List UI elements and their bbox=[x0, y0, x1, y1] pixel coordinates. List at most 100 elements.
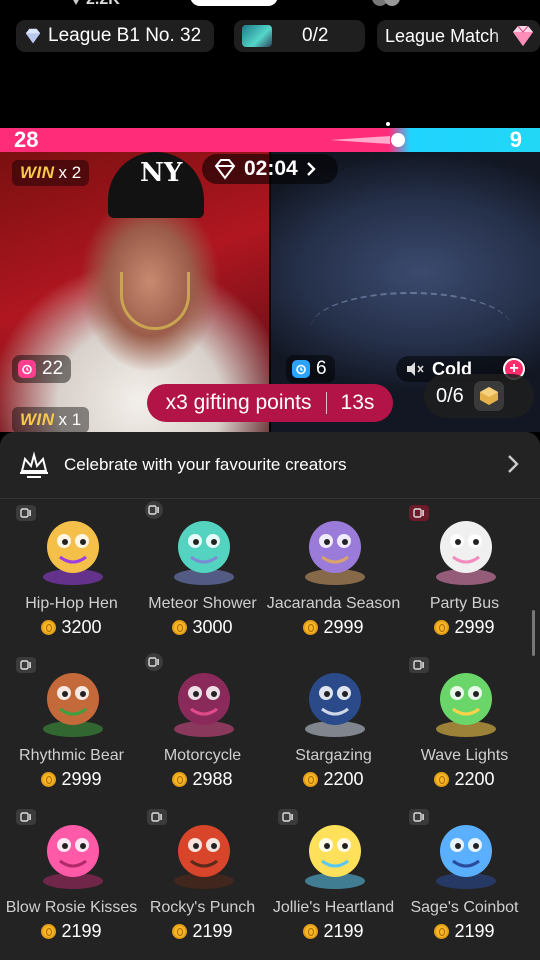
gift-price-value: 2199 bbox=[192, 921, 233, 941]
battle-timer[interactable]: 02:04 bbox=[202, 154, 338, 184]
clock-icon bbox=[409, 505, 429, 521]
coin-icon bbox=[434, 620, 450, 635]
gift-price-value: 2999 bbox=[454, 617, 495, 637]
coin-icon bbox=[172, 924, 188, 939]
gift-item[interactable]: Jollie's Heartland 2199 bbox=[266, 805, 401, 957]
gem-icon bbox=[513, 25, 533, 46]
gift-artwork bbox=[167, 661, 241, 741]
gift-price: 2199 bbox=[4, 921, 139, 942]
coin-icon bbox=[172, 772, 188, 787]
alarm-icon bbox=[292, 360, 310, 378]
gift-price: 3000 bbox=[135, 617, 270, 638]
coin-icon bbox=[41, 924, 57, 939]
gift-item[interactable]: Sage's Coinbot 2199 bbox=[397, 805, 532, 957]
league-chip[interactable]: League B1 No. 32 bbox=[16, 20, 214, 52]
gift-price-value: 2999 bbox=[323, 617, 364, 637]
left-boost-chip[interactable]: 22 bbox=[12, 355, 72, 383]
fabric-seam bbox=[311, 292, 511, 362]
video-icon bbox=[409, 657, 429, 673]
gift-price: 2999 bbox=[266, 617, 401, 638]
palette-icon bbox=[145, 653, 163, 671]
gift-artwork bbox=[36, 509, 110, 589]
chevron-right-icon bbox=[508, 455, 519, 473]
task-thumbnail bbox=[242, 25, 272, 47]
coin-icon bbox=[303, 772, 319, 787]
gift-price-value: 2199 bbox=[61, 921, 102, 941]
gifting-points-timer: 13s bbox=[340, 391, 375, 414]
gift-artwork bbox=[429, 813, 503, 893]
crown-icon bbox=[20, 451, 48, 478]
viewer-count: 2.2K bbox=[70, 0, 120, 8]
cap-logo: NY bbox=[140, 158, 183, 188]
gift-name: Stargazing bbox=[295, 747, 372, 764]
alarm-icon bbox=[18, 360, 36, 378]
gift-name: Jacaranda Season bbox=[266, 595, 401, 612]
chain bbox=[120, 272, 190, 330]
gift-price: 2200 bbox=[266, 769, 401, 790]
win-streak-badge: WIN x 2 bbox=[12, 160, 90, 186]
gift-name: Party Bus bbox=[429, 595, 500, 612]
treasure-box-icon bbox=[473, 381, 504, 411]
gift-artwork bbox=[36, 661, 110, 741]
right-score: 9 bbox=[509, 127, 522, 152]
battle-score-bar: 28 9 bbox=[0, 122, 540, 152]
right-boost-chip[interactable]: 6 bbox=[286, 355, 335, 383]
gift-artwork bbox=[429, 509, 503, 589]
video-icon bbox=[278, 809, 298, 825]
gift-item[interactable]: Motorcycle 2988 bbox=[135, 653, 270, 805]
gift-artwork bbox=[298, 813, 372, 893]
gift-item[interactable]: Stargazing 2200 bbox=[266, 653, 401, 805]
coin-icon bbox=[172, 620, 188, 635]
gift-price: 2199 bbox=[266, 921, 401, 942]
coin-icon bbox=[303, 924, 319, 939]
gift-item[interactable]: Rhythmic Bear 2999 bbox=[4, 653, 139, 805]
chevron-right-icon bbox=[306, 162, 316, 176]
gift-artwork bbox=[298, 661, 372, 741]
panel-header[interactable]: Celebrate with your favourite creators bbox=[0, 432, 540, 498]
gift-item[interactable]: Wave Lights 2200 bbox=[397, 653, 532, 805]
video-icon bbox=[16, 657, 36, 673]
video-icon bbox=[147, 809, 167, 825]
gift-item[interactable]: Rocky's Punch 2199 bbox=[135, 805, 270, 957]
gift-price: 2200 bbox=[397, 769, 532, 790]
gift-item[interactable]: Party Bus 2999 bbox=[397, 501, 532, 653]
gift-item[interactable]: Blow Rosie Kisses 2199 bbox=[4, 805, 139, 957]
coin-icon bbox=[434, 924, 450, 939]
follow-button[interactable] bbox=[190, 0, 278, 6]
gift-grid-scrollbar[interactable] bbox=[532, 610, 535, 656]
league-match-chip[interactable]: League Match bbox=[377, 20, 540, 52]
gifting-points-banner[interactable]: x3 gifting points 13s bbox=[147, 384, 393, 422]
video-icon bbox=[16, 505, 36, 521]
viewer-avatars[interactable] bbox=[372, 0, 432, 6]
gift-name: Sage's Coinbot bbox=[410, 899, 519, 916]
gift-price-value: 3200 bbox=[61, 617, 102, 637]
gift-price-value: 2988 bbox=[192, 769, 233, 789]
diamond-icon bbox=[25, 28, 41, 44]
coin-icon bbox=[303, 620, 319, 635]
coin-icon bbox=[434, 772, 450, 787]
left-score: 28 bbox=[14, 127, 39, 152]
diamond-icon bbox=[73, 0, 79, 5]
gem-icon bbox=[214, 159, 236, 180]
gift-price: 2999 bbox=[4, 769, 139, 790]
gift-item[interactable]: Hip-Hop Hen 3200 bbox=[4, 501, 139, 653]
treasure-box-chip[interactable]: 0/6 bbox=[424, 374, 534, 418]
indicator-dot bbox=[386, 122, 390, 126]
gift-artwork bbox=[167, 509, 241, 589]
league-label: League B1 No. 32 bbox=[48, 25, 202, 46]
video-icon bbox=[409, 809, 429, 825]
task-progress-chip[interactable]: 0/2 bbox=[234, 20, 365, 52]
coin-icon bbox=[41, 620, 57, 635]
gift-price: 2199 bbox=[135, 921, 270, 942]
gift-price-value: 2999 bbox=[61, 769, 102, 789]
treasure-progress: 0/6 bbox=[436, 384, 464, 407]
gift-item[interactable]: Jacaranda Season 2999 bbox=[266, 501, 401, 653]
league-chip-row: League B1 No. 32 0/2 League Match bbox=[16, 20, 540, 52]
gift-price-value: 2200 bbox=[323, 769, 364, 789]
task-progress-label: 0/2 bbox=[302, 25, 329, 46]
gift-name: Blow Rosie Kisses bbox=[5, 899, 138, 916]
gift-artwork bbox=[167, 813, 241, 893]
gift-price: 2999 bbox=[397, 617, 532, 638]
gift-artwork bbox=[298, 509, 372, 589]
gift-item[interactable]: Meteor Shower 3000 bbox=[135, 501, 270, 653]
